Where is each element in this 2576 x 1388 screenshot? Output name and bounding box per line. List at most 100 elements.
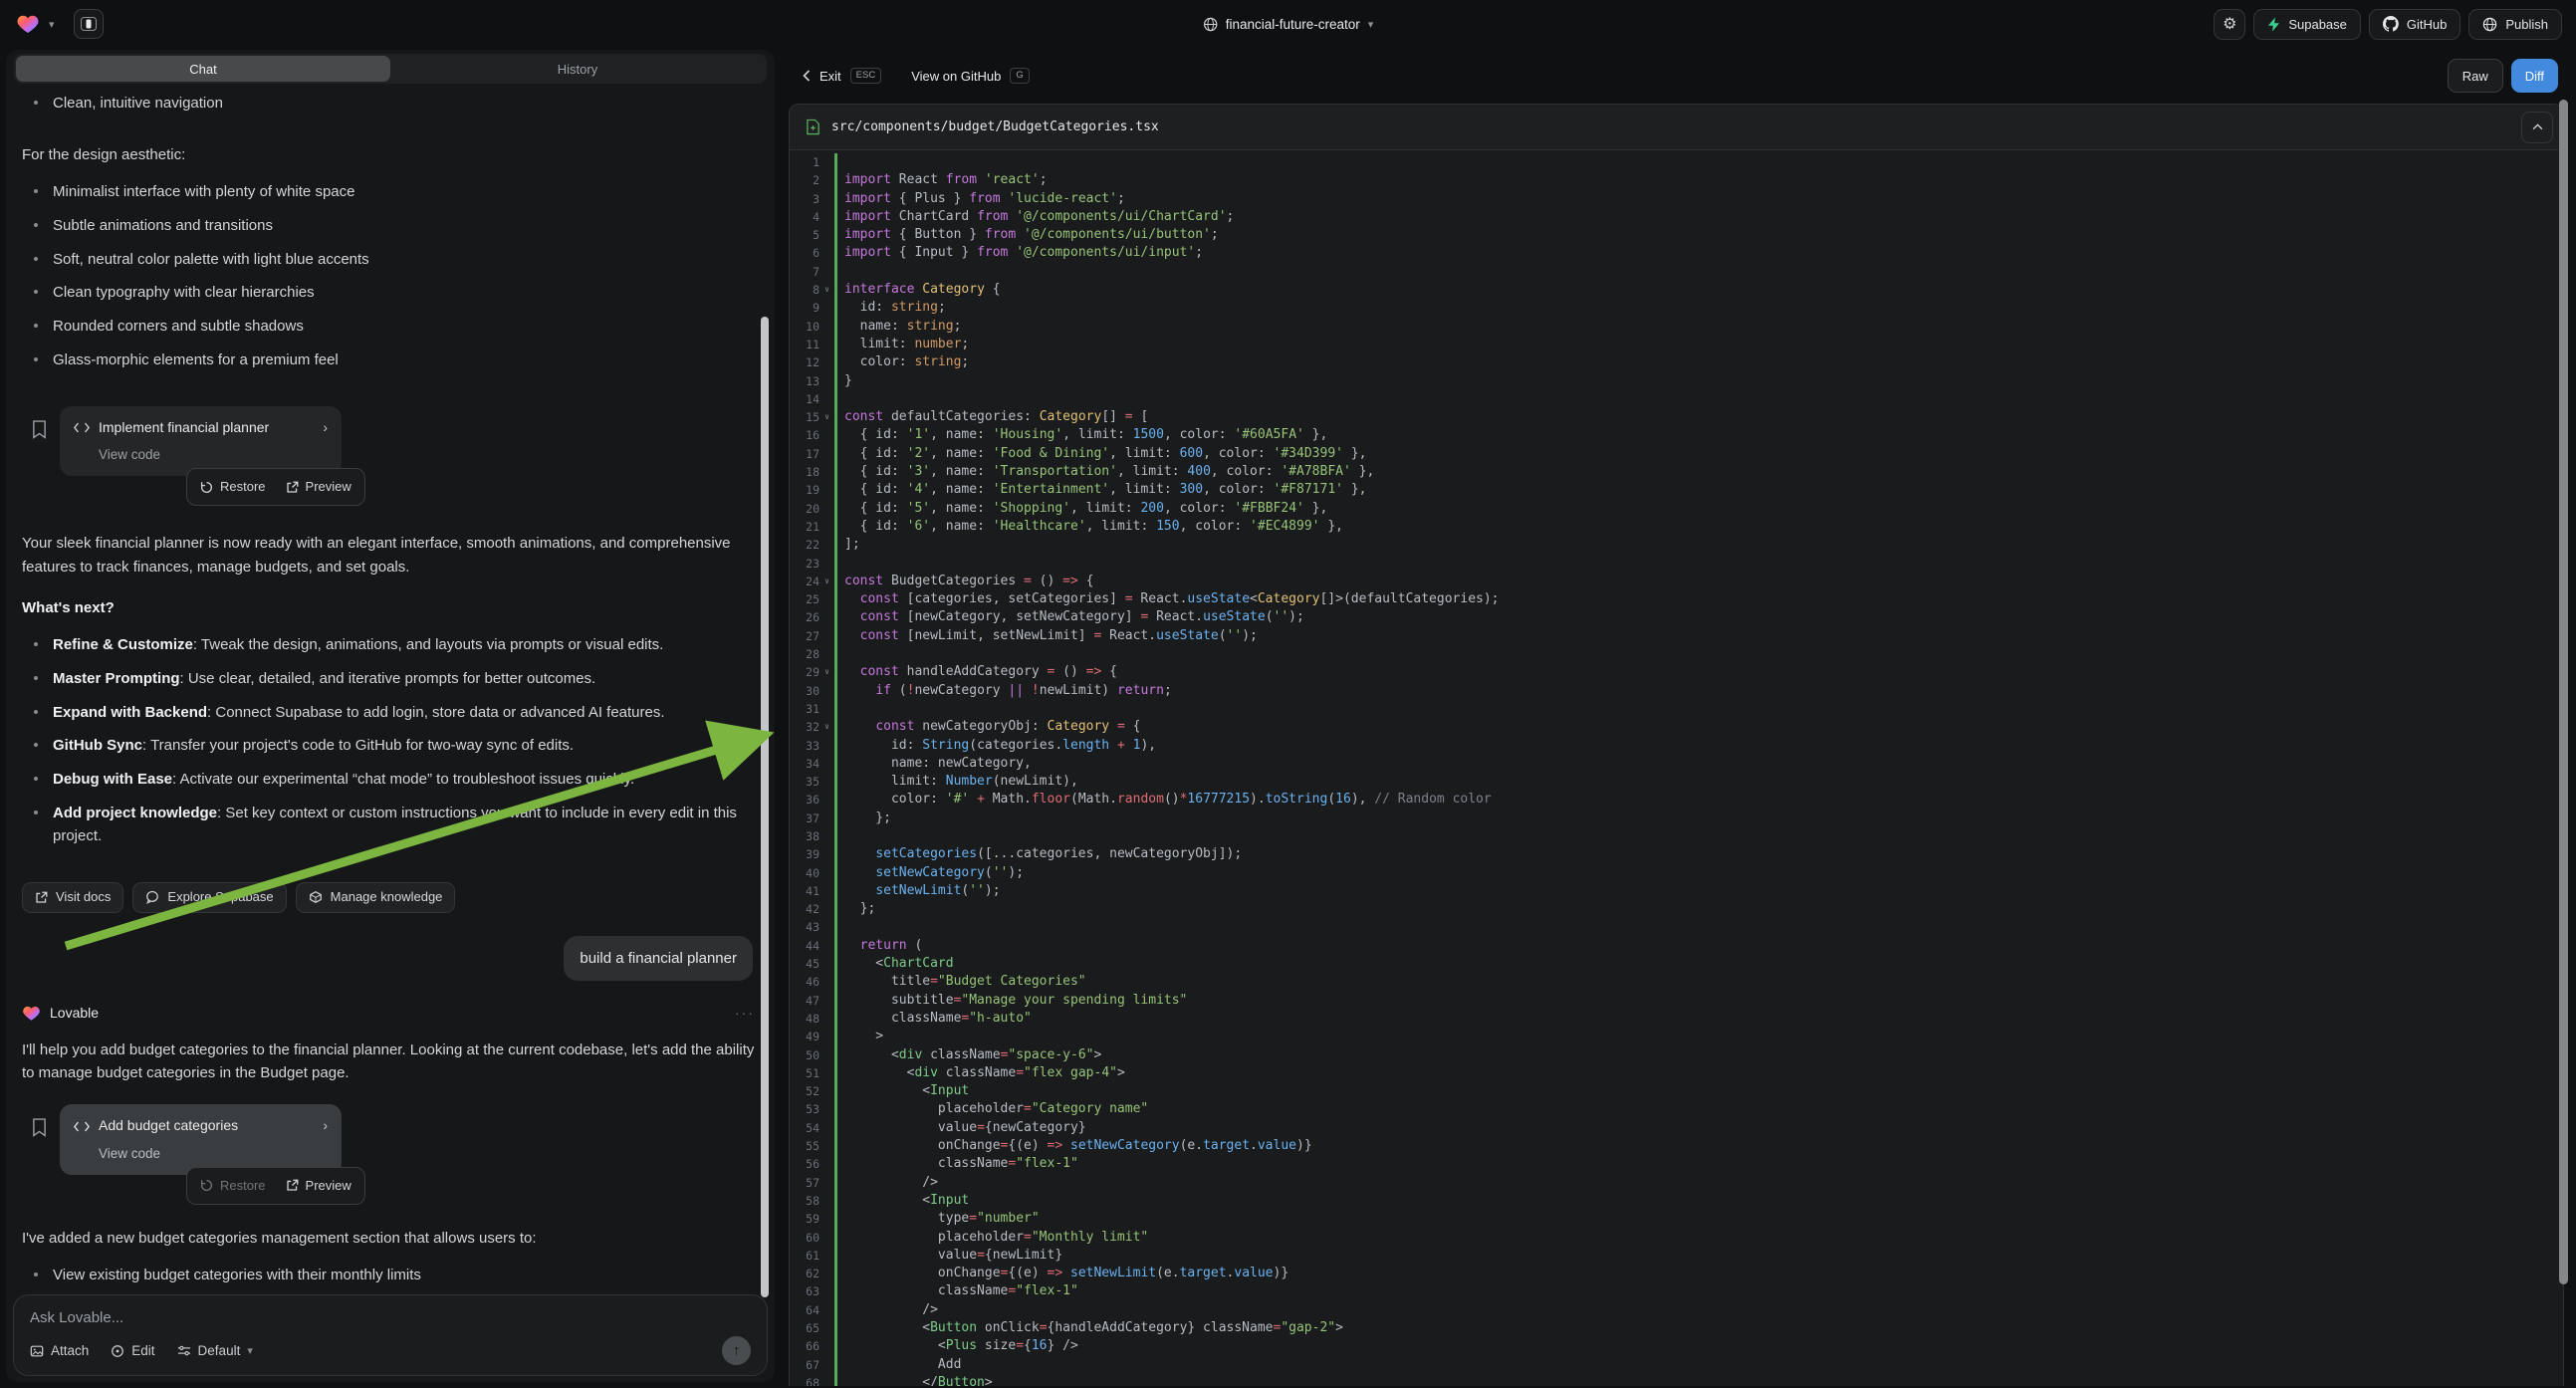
github-button[interactable]: GitHub — [2369, 9, 2460, 40]
fold-chevron-icon[interactable]: ∨ — [820, 573, 834, 590]
explore-supabase-button[interactable]: Explore Supabase — [132, 882, 286, 913]
line-number: 49 — [790, 1028, 820, 1045]
code-text: <Button onClick={handleAddCategory} clas… — [837, 1319, 1343, 1337]
mode-label: Default — [198, 1343, 241, 1358]
settings-button[interactable]: ⚙ — [2214, 9, 2245, 40]
view-code-link[interactable]: View code — [99, 1144, 328, 1165]
raw-toggle-button[interactable]: Raw — [2448, 59, 2503, 93]
attach-button[interactable]: Attach — [30, 1343, 89, 1358]
line-number: 42 — [790, 900, 820, 918]
code-text: setNewLimit(''); — [837, 882, 1001, 900]
supabase-button[interactable]: Supabase — [2253, 9, 2361, 40]
fold-spacer — [820, 1064, 834, 1082]
line-number: 11 — [790, 336, 820, 353]
message-menu-icon[interactable]: ··· — [735, 1003, 755, 1025]
attach-label: Attach — [51, 1343, 89, 1358]
restore-icon — [200, 1179, 213, 1192]
code-line: 62 onChange={(e) => setNewLimit(e.target… — [790, 1265, 2563, 1282]
tab-history[interactable]: History — [390, 56, 765, 82]
code-text: className="flex-1" — [837, 1155, 1078, 1173]
file-path-bar[interactable]: src/components/budget/BudgetCategories.t… — [790, 105, 2563, 150]
code-text — [837, 827, 844, 845]
collapse-file-button[interactable] — [2521, 112, 2553, 143]
chat-composer[interactable]: Ask Lovable... Attach Edit — [13, 1294, 768, 1376]
fold-spacer — [820, 1174, 834, 1192]
code-editor[interactable]: 12import React from 'react';3import { Pl… — [790, 150, 2563, 1386]
code-line: 21 { id: '6', name: 'Healthcare', limit:… — [790, 518, 2563, 536]
project-name: financial-future-creator — [1226, 17, 1360, 32]
restore-button[interactable]: Restore — [200, 477, 266, 497]
version-card-implement-financial-planner[interactable]: Implement financial planner › View code — [60, 406, 342, 477]
code-line: 2import React from 'react'; — [790, 171, 2563, 189]
code-line: 6import { Input } from '@/components/ui/… — [790, 244, 2563, 262]
code-text: </Button> — [837, 1374, 993, 1386]
code-line: 44 return ( — [790, 937, 2563, 955]
fold-spacer — [820, 1046, 834, 1064]
diff-toggle-button[interactable]: Diff — [2511, 59, 2558, 93]
fold-spacer — [820, 1082, 834, 1100]
preview-button[interactable]: Preview — [286, 477, 351, 497]
code-scrollbar-thumb[interactable] — [2559, 100, 2568, 1284]
code-line: 10 name: string; — [790, 318, 2563, 336]
code-line: 19 { id: '4', name: 'Entertainment', lim… — [790, 481, 2563, 499]
exit-button[interactable]: Exit ESC — [803, 68, 881, 84]
file-card: src/components/budget/BudgetCategories.t… — [789, 104, 2564, 1386]
code-text: name: newCategory, — [837, 755, 1032, 773]
list-item: View existing budget categories with the… — [22, 1264, 755, 1286]
preview-button[interactable]: Preview — [286, 1176, 351, 1196]
bookmark-icon[interactable] — [32, 420, 47, 439]
code-panel: Exit ESC View on GitHub G Raw Diff src/c… — [783, 48, 2570, 1388]
toggle-sidebar-button[interactable] — [74, 9, 104, 39]
bookmark-icon[interactable] — [32, 1118, 47, 1137]
code-text: title="Budget Categories" — [837, 973, 1086, 991]
line-number: 50 — [790, 1046, 820, 1064]
code-line: 52 <Input — [790, 1082, 2563, 1100]
fold-spacer — [820, 1374, 834, 1386]
line-number: 35 — [790, 773, 820, 791]
code-text: /> — [837, 1301, 938, 1319]
restore-button[interactable]: Restore — [200, 1176, 266, 1196]
version-card-add-budget-categories[interactable]: Add budget categories › View code — [60, 1104, 342, 1175]
publish-button[interactable]: Publish — [2468, 9, 2562, 40]
code-line: 53 placeholder="Category name" — [790, 1100, 2563, 1118]
project-switcher[interactable]: financial-future-creator ▾ — [1203, 0, 1374, 48]
lovable-logo-icon[interactable] — [16, 12, 40, 36]
code-line: 17 { id: '2', name: 'Food & Dining', lim… — [790, 445, 2563, 463]
line-number: 15 — [790, 408, 820, 426]
send-button[interactable]: ↑ — [722, 1336, 751, 1365]
code-line: 39 setCategories([...categories, newCate… — [790, 845, 2563, 863]
chat-scrollbar-thumb[interactable] — [761, 317, 769, 1297]
logo-chevron-down-icon[interactable]: ▾ — [49, 18, 55, 31]
code-text: id: String(categories.length + 1), — [837, 737, 1156, 755]
view-on-github-button[interactable]: View on GitHub G — [911, 68, 1029, 84]
line-number: 66 — [790, 1337, 820, 1355]
fold-chevron-icon[interactable]: ∨ — [820, 408, 834, 426]
code-text: <div className="flex gap-4"> — [837, 1064, 1125, 1082]
fold-spacer — [820, 882, 834, 900]
visit-docs-button[interactable]: Visit docs — [22, 882, 123, 913]
code-line: 61 value={newLimit} — [790, 1247, 2563, 1265]
list-item: Refine & Customize: Tweak the design, an… — [22, 633, 755, 656]
line-number: 20 — [790, 500, 820, 518]
file-path: src/components/budget/BudgetCategories.t… — [831, 119, 1159, 134]
code-text: <Plus size={16} /> — [837, 1337, 1078, 1355]
view-code-link[interactable]: View code — [99, 445, 328, 466]
model-selector[interactable]: Default ▾ — [177, 1343, 253, 1358]
file-added-icon — [806, 118, 820, 135]
line-number: 54 — [790, 1119, 820, 1137]
code-line: 51 <div className="flex gap-4"> — [790, 1064, 2563, 1082]
edit-mode-button[interactable]: Edit — [111, 1343, 154, 1358]
fold-chevron-icon[interactable]: ∨ — [820, 281, 834, 299]
fold-chevron-icon[interactable]: ∨ — [820, 663, 834, 681]
tab-chat[interactable]: Chat — [16, 56, 390, 82]
manage-knowledge-button[interactable]: Manage knowledge — [296, 882, 456, 913]
fold-spacer — [820, 700, 834, 718]
fold-spacer — [820, 1010, 834, 1028]
composer-placeholder[interactable]: Ask Lovable... — [30, 1309, 751, 1326]
code-line: 67 Add — [790, 1356, 2563, 1374]
fold-chevron-icon[interactable]: ∨ — [820, 718, 834, 736]
fold-spacer — [820, 500, 834, 518]
chevron-right-icon: › — [323, 1115, 328, 1137]
line-number: 26 — [790, 608, 820, 626]
fold-spacer — [820, 1100, 834, 1118]
